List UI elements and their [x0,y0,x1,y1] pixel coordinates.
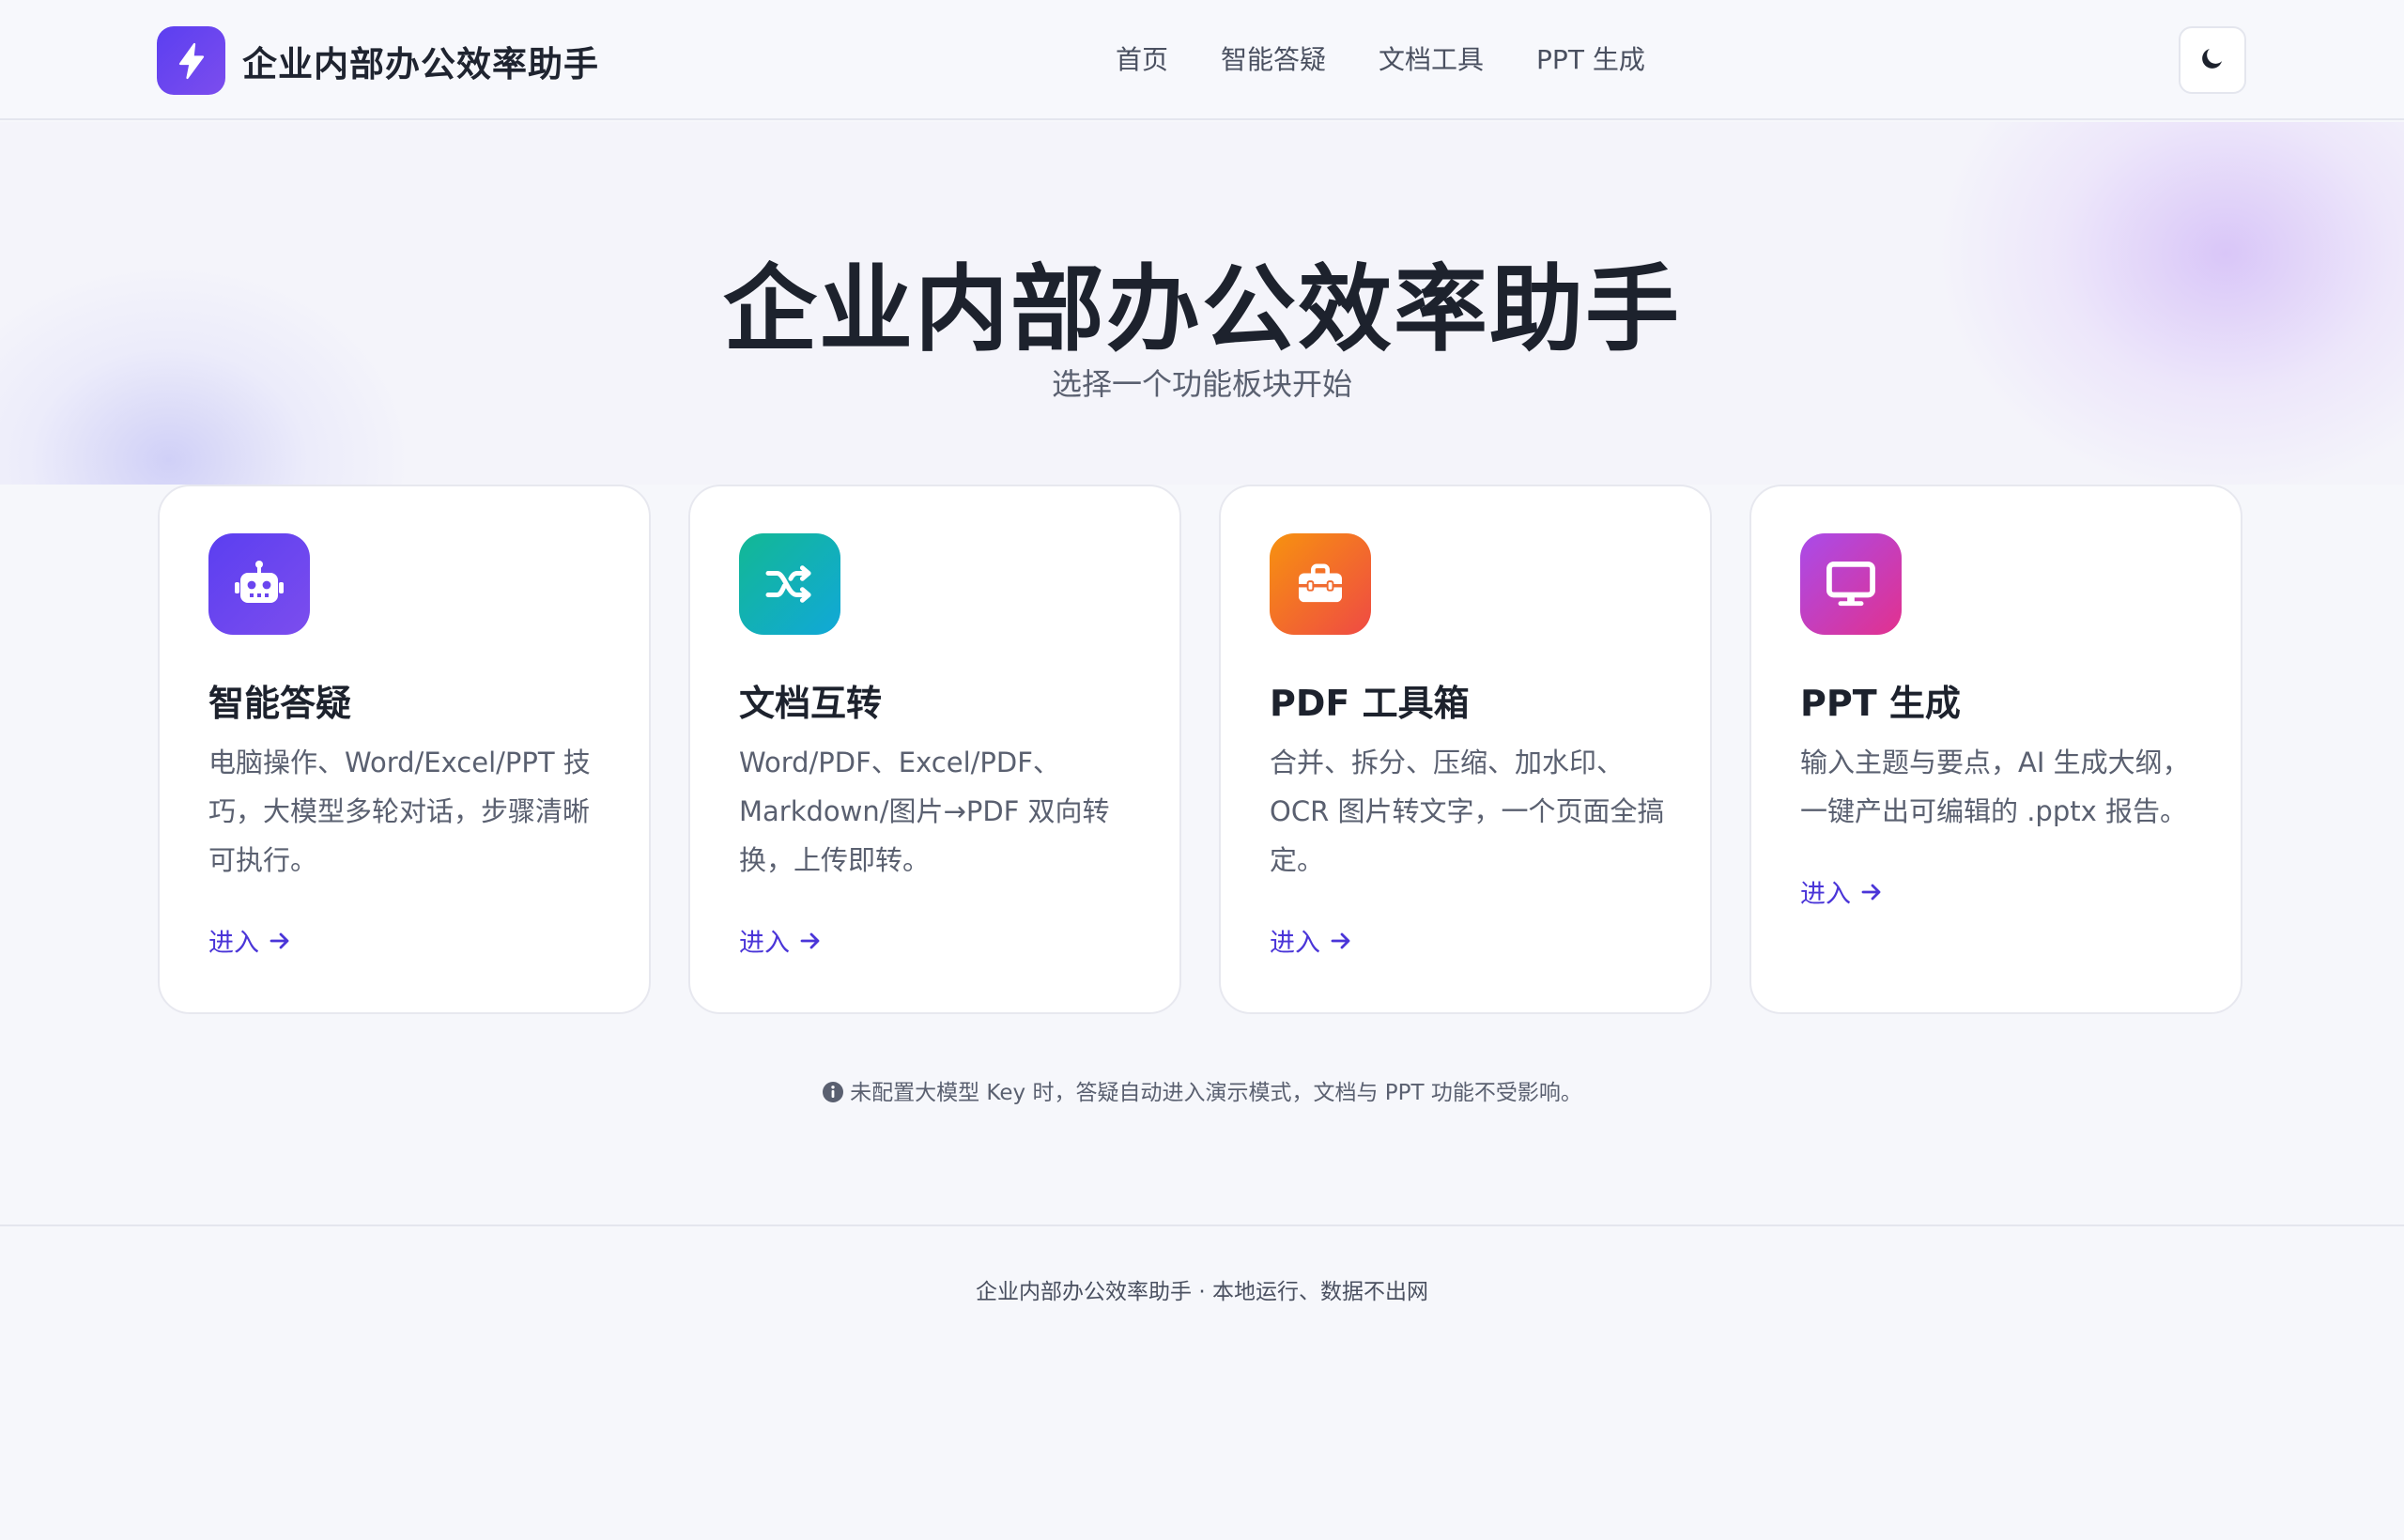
moon-icon [2198,44,2227,76]
enter-link-label: 进入 [208,929,259,958]
hero-section: 企业内部办公效率助手 选择一个功能板块开始 [0,122,2404,485]
arrow-right-icon [799,931,822,951]
demo-mode-notice: 未配置大模型 Key 时，答疑自动进入演示模式，文档与 PPT 功能不受影响。 [0,1074,2404,1109]
footer-text: 企业内部办公效率助手 · 本地运行、数据不出网 [976,1280,1428,1304]
footer: 企业内部办公效率助手 · 本地运行、数据不出网 [0,1224,2404,1540]
card-title: 文档互转 [739,683,883,724]
theme-toggle-button[interactable] [2179,26,2246,94]
main-nav: 首页 智能答疑 文档工具 PPT 生成 [1116,41,1698,79]
card-title: PPT 生成 [1800,683,1961,724]
feature-card-ppt[interactable]: PPT 生成 输入主题与要点，AI 生成大纲，一键产出可编辑的 .pptx 报告… [1749,485,2242,1014]
enter-link[interactable]: 进入 [208,922,291,959]
nav-item-doc-tools[interactable]: 文档工具 [1379,41,1484,79]
info-icon [822,1081,844,1109]
card-description: 电脑操作、Word/Excel/PPT 技巧，大模型多轮对话，步骤清晰可执行。 [208,747,591,876]
card-title: 智能答疑 [208,683,352,724]
page-subtitle: 选择一个功能板块开始 [1051,366,1352,402]
robot-icon [208,533,310,635]
lightning-icon [157,26,225,95]
enter-link-label: 进入 [1800,880,1851,909]
enter-link-label: 进入 [739,929,790,958]
card-description: 输入主题与要点，AI 生成大纲，一键产出可编辑的 .pptx 报告。 [1800,747,2190,827]
monitor-icon [1800,533,1902,635]
feature-card-qa[interactable]: 智能答疑 电脑操作、Word/Excel/PPT 技巧，大模型多轮对话，步骤清晰… [158,485,651,1014]
nav-item-home[interactable]: 首页 [1116,41,1168,79]
arrow-right-icon [269,931,291,951]
top-navbar: 企业内部办公效率助手 首页 智能答疑 文档工具 PPT 生成 [0,0,2404,120]
enter-link[interactable]: 进入 [1270,922,1352,959]
nav-item-qa[interactable]: 智能答疑 [1221,41,1326,79]
arrow-right-icon [1330,931,1352,951]
nav-item-ppt[interactable]: PPT 生成 [1536,41,1645,79]
enter-link[interactable]: 进入 [739,922,822,959]
card-description: 合并、拆分、压缩、加水印、OCR 图片转文字，一个页面全搞定。 [1270,747,1665,876]
toolbox-icon [1270,533,1371,635]
brand[interactable]: 企业内部办公效率助手 [157,26,599,95]
enter-link-label: 进入 [1270,929,1320,958]
feature-card-doc-convert[interactable]: 文档互转 Word/PDF、Excel/PDF、Markdown/图片→PDF … [688,485,1181,1014]
arrow-right-icon [1860,882,1883,902]
notice-text: 未配置大模型 Key 时，答疑自动进入演示模式，文档与 PPT 功能不受影响。 [850,1081,1582,1105]
card-title: PDF 工具箱 [1270,683,1470,724]
card-description: Word/PDF、Excel/PDF、Markdown/图片→PDF 双向转换，… [739,747,1110,876]
brand-name: 企业内部办公效率助手 [242,42,599,85]
enter-link[interactable]: 进入 [1800,873,1883,910]
page-title: 企业内部办公效率助手 [723,254,1681,364]
feature-cards: 智能答疑 电脑操作、Word/Excel/PPT 技巧，大模型多轮对话，步骤清晰… [158,485,2242,1014]
feature-card-pdf-toolbox[interactable]: PDF 工具箱 合并、拆分、压缩、加水印、OCR 图片转文字，一个页面全搞定。 … [1219,485,1712,1014]
shuffle-icon [739,533,840,635]
